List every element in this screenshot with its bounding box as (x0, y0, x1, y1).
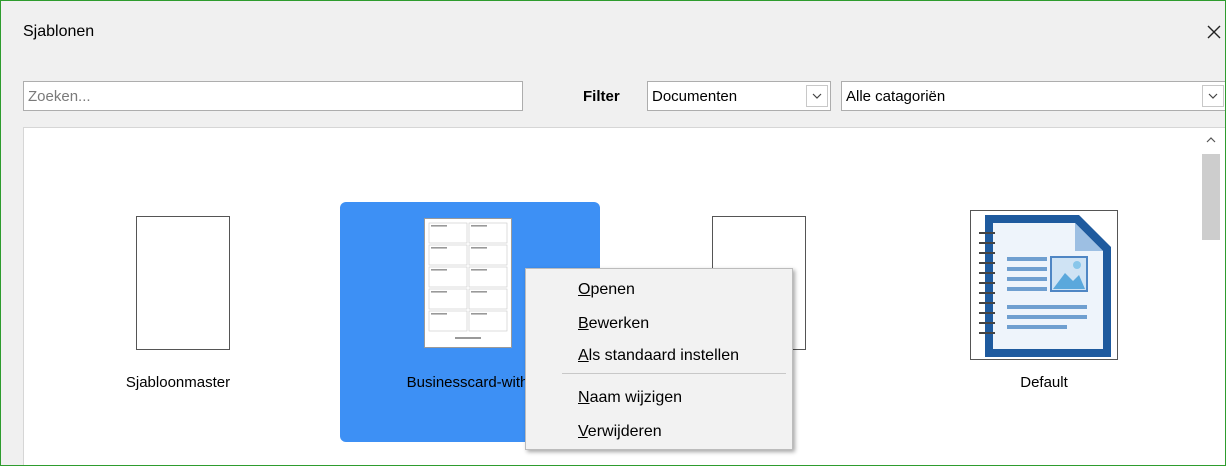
search-input[interactable] (23, 81, 523, 111)
template-item[interactable]: Default (966, 202, 1225, 442)
menu-item-edit[interactable]: Bewerken (578, 315, 649, 333)
menu-item-delete[interactable]: Verwijderen (578, 423, 662, 441)
mnemonic: A (578, 347, 589, 364)
chevron-up-icon (1206, 137, 1216, 143)
close-icon (1207, 25, 1221, 39)
filter-label: Filter (583, 88, 620, 105)
default-template-thumbnail (970, 210, 1118, 360)
blank-page-thumbnail (136, 216, 230, 350)
writer-document-icon (979, 215, 1111, 357)
context-menu: Openen Bewerken Als standaard instellen … (525, 268, 793, 450)
document-type-value: Documenten (652, 88, 738, 105)
menu-item-label: ewerken (588, 315, 650, 332)
template-name: Default (1020, 374, 1068, 391)
category-value: Alle catagoriën (846, 88, 946, 105)
mnemonic: B (578, 315, 589, 332)
menu-item-label: aam wijzigen (589, 389, 683, 406)
template-view: Sjabloonmaster Businesscard-with- Defaul… (23, 127, 1225, 465)
menu-item-label: penen (590, 281, 635, 298)
mnemonic: N (578, 389, 590, 406)
mnemonic: O (578, 281, 591, 298)
menu-item-rename[interactable]: Naam wijzigen (578, 389, 682, 407)
chevron-down-icon (812, 93, 822, 99)
menu-item-set-default[interactable]: Als standaard instellen (578, 347, 739, 365)
chevron-down-icon (1208, 93, 1218, 99)
template-name: Sjabloonmaster (125, 374, 231, 391)
document-type-select[interactable]: Documenten (647, 81, 831, 111)
category-select[interactable]: Alle catagoriën (841, 81, 1225, 111)
templates-dialog: Sjablonen Filter Documenten Alle catagor… (0, 0, 1226, 466)
business-card-sheet-icon (428, 222, 508, 339)
template-item[interactable]: Sjabloonmaster (48, 202, 308, 442)
business-card-thumbnail (424, 218, 512, 348)
mnemonic: V (578, 423, 588, 440)
menu-item-open[interactable]: Openen (578, 281, 635, 299)
menu-item-label: erwijderen (587, 423, 662, 440)
close-button[interactable] (1201, 17, 1225, 47)
dialog-title: Sjablonen (23, 23, 95, 40)
scroll-up-button[interactable] (1200, 130, 1222, 150)
menu-separator (562, 373, 786, 374)
document-type-dropdown-button[interactable] (806, 85, 828, 107)
menu-item-label: ls standaard instellen (588, 347, 739, 364)
category-dropdown-button[interactable] (1202, 85, 1224, 107)
